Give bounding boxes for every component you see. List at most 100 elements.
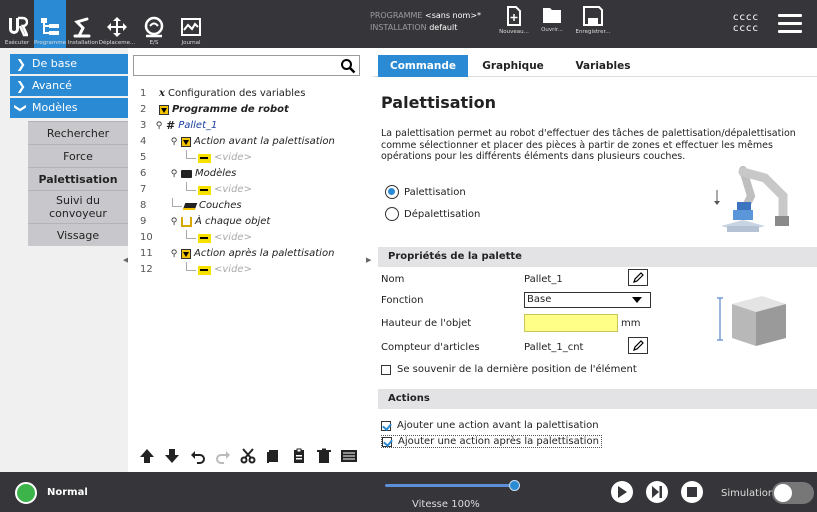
step-button[interactable] xyxy=(646,481,668,503)
search-icon xyxy=(341,59,356,74)
category-basic-label: De base xyxy=(32,57,77,70)
tree-row[interactable]: 11 ⚲ Action après la palettisation xyxy=(128,246,368,262)
line-number: 11 xyxy=(140,248,153,259)
tree-row[interactable]: 4 ⚲ Action avant la palettisation xyxy=(128,134,368,150)
category-templates[interactable]: ❯ Modèles xyxy=(10,98,128,118)
each-item-icon xyxy=(181,217,192,227)
open-button[interactable]: Ouvrir... xyxy=(534,6,570,46)
edit-counter-button[interactable] xyxy=(628,337,648,354)
tree-row[interactable]: 12 <vide> xyxy=(128,262,368,278)
tree-row[interactable]: 5 <vide> xyxy=(128,150,368,166)
template-palletizing-label: Palettisation xyxy=(38,172,118,186)
program-info: PROGRAMME <sans nom>* INSTALLATION defau… xyxy=(370,10,481,34)
template-conveyor-label: Suivi du convoyeur xyxy=(49,194,107,220)
program-icon xyxy=(159,105,169,115)
nav-log[interactable]: Journal xyxy=(175,0,207,48)
user-info: cccc cccc xyxy=(733,12,759,34)
menu-icon[interactable] xyxy=(778,14,802,34)
undo-icon[interactable] xyxy=(189,447,207,465)
stop-button[interactable] xyxy=(681,481,703,503)
name-value: Pallet_1 xyxy=(524,274,563,285)
template-force[interactable]: Force xyxy=(28,144,128,167)
editor-tabs: Commande Graphique Variables xyxy=(373,55,817,77)
pallet-grid-icon: # xyxy=(166,119,176,132)
radio-button[interactable] xyxy=(385,207,399,221)
pencil-icon xyxy=(633,271,644,283)
tree-row[interactable]: 8 Couches xyxy=(128,198,368,214)
top-bar: Exécuter Programme Installation Déplacem… xyxy=(0,0,817,48)
checkbox[interactable] xyxy=(381,364,391,375)
expand-pin-icon[interactable]: ⚲ xyxy=(170,214,178,230)
tree-row[interactable]: 6 ⚲ Modèles xyxy=(128,166,368,182)
nav-program[interactable]: Programme xyxy=(34,0,66,48)
new-button[interactable]: Nouveau... xyxy=(496,6,532,46)
line-number: 3 xyxy=(140,120,147,131)
play-button[interactable] xyxy=(611,481,633,503)
move-up-icon[interactable] xyxy=(138,447,156,465)
simulation-toggle[interactable] xyxy=(772,482,814,504)
checkbox-checked[interactable] xyxy=(381,420,391,431)
section-pallet-properties: Propriétés de la palette xyxy=(378,247,817,267)
nav-installation[interactable]: Installation xyxy=(67,0,99,48)
folder-icon xyxy=(543,8,561,23)
tree-row[interactable]: 10 <vide> xyxy=(128,230,368,246)
nav-io-label: E/S xyxy=(149,40,159,46)
template-search[interactable]: Rechercher xyxy=(28,121,128,144)
tree-row[interactable]: 2 Programme de robot xyxy=(128,102,368,118)
paste-icon[interactable] xyxy=(290,447,308,465)
speed-slider[interactable] xyxy=(385,484,515,487)
function-value: Base xyxy=(527,294,552,305)
empty-node-icon xyxy=(198,153,211,163)
robot-status-indicator[interactable] xyxy=(15,482,37,504)
expand-pin-icon[interactable]: ⚲ xyxy=(155,118,163,134)
tree-row-label: <vide> xyxy=(214,152,252,163)
tab-graphics[interactable]: Graphique xyxy=(468,55,558,77)
template-palletizing[interactable]: Palettisation xyxy=(28,167,128,190)
tree-row[interactable]: 7 <vide> xyxy=(128,182,368,198)
checkbox-checked[interactable] xyxy=(382,436,392,447)
category-advanced[interactable]: ❯ Avancé xyxy=(10,76,128,96)
line-number: 5 xyxy=(140,152,147,163)
nav-io[interactable]: E/S xyxy=(138,0,170,48)
remember-position-checkbox[interactable]: Se souvenir de la dernière position de l… xyxy=(381,364,637,375)
program-name: <sans nom>* xyxy=(425,11,482,20)
tree-row-label: <vide> xyxy=(214,264,252,275)
expand-pin-icon[interactable]: ⚲ xyxy=(170,134,178,150)
counter-label: Compteur d'articles xyxy=(381,342,480,353)
installation-name: default xyxy=(429,23,458,32)
move-down-icon[interactable] xyxy=(163,447,181,465)
height-input[interactable] xyxy=(524,314,618,332)
edit-name-button[interactable] xyxy=(628,269,648,286)
redo-icon[interactable] xyxy=(214,447,232,465)
suppress-icon[interactable] xyxy=(340,447,358,465)
line-number: 12 xyxy=(140,264,153,275)
pencil-icon xyxy=(633,339,644,351)
tree-row[interactable]: 1 x Configuration des variables xyxy=(128,86,368,102)
radio-button-selected[interactable] xyxy=(385,185,399,199)
tab-variables[interactable]: Variables xyxy=(558,55,648,77)
save-button[interactable]: Enregistrer... xyxy=(575,6,611,46)
action-after-checkbox[interactable]: Ajouter une action après la palettisatio… xyxy=(381,435,602,448)
tree-row[interactable]: 9 ⚲ À chaque objet xyxy=(128,214,368,230)
nav-move[interactable]: Déplaceme... xyxy=(99,0,135,48)
action-before-checkbox[interactable]: Ajouter une action avant la palettisatio… xyxy=(381,420,599,431)
expand-pin-icon[interactable]: ⚲ xyxy=(170,166,178,182)
radio-palletizing[interactable]: Palettisation xyxy=(385,185,466,199)
template-conveyor-tracking[interactable]: Suivi du convoyeur xyxy=(28,190,128,223)
tree-row[interactable]: 3 ⚲ # Pallet_1 xyxy=(128,118,368,134)
speed-slider-handle[interactable] xyxy=(509,480,520,491)
copy-icon[interactable] xyxy=(264,447,282,465)
search-input[interactable] xyxy=(133,55,360,76)
collapse-right-icon[interactable]: ▶ xyxy=(366,256,371,264)
nav-run[interactable]: Exécuter xyxy=(2,0,32,48)
tab-command[interactable]: Commande xyxy=(378,55,468,77)
delete-icon[interactable] xyxy=(315,447,333,465)
action-before-label: Ajouter une action avant la palettisatio… xyxy=(397,420,599,431)
template-screwing[interactable]: Vissage xyxy=(28,223,128,246)
radio-depalletizing[interactable]: Dépalettisation xyxy=(385,207,480,221)
io-icon xyxy=(144,16,164,38)
category-basic[interactable]: ❯ De base xyxy=(10,54,128,74)
expand-pin-icon[interactable]: ⚲ xyxy=(170,246,178,262)
cut-icon[interactable] xyxy=(239,447,257,465)
function-dropdown[interactable]: Base xyxy=(524,292,651,308)
